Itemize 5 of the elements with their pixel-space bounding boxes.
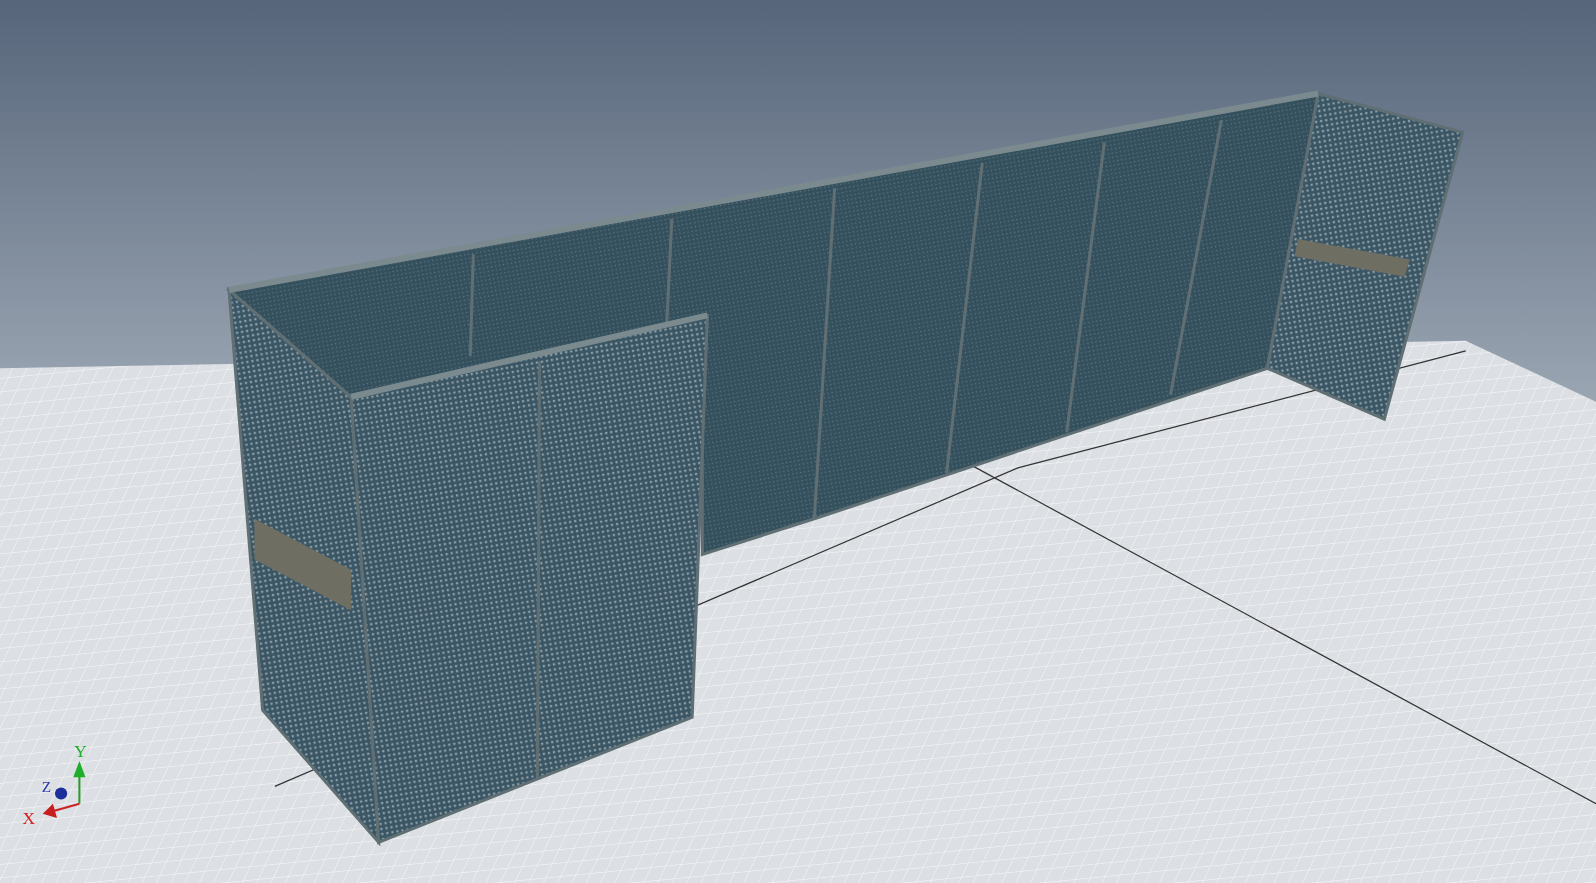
axis-triad-icon xyxy=(42,760,86,818)
viewport[interactable]: X Y Z xyxy=(0,0,1596,883)
axis-label: Z xyxy=(41,778,52,796)
axis-label: Y xyxy=(74,741,87,761)
axis-label: X xyxy=(22,809,35,828)
